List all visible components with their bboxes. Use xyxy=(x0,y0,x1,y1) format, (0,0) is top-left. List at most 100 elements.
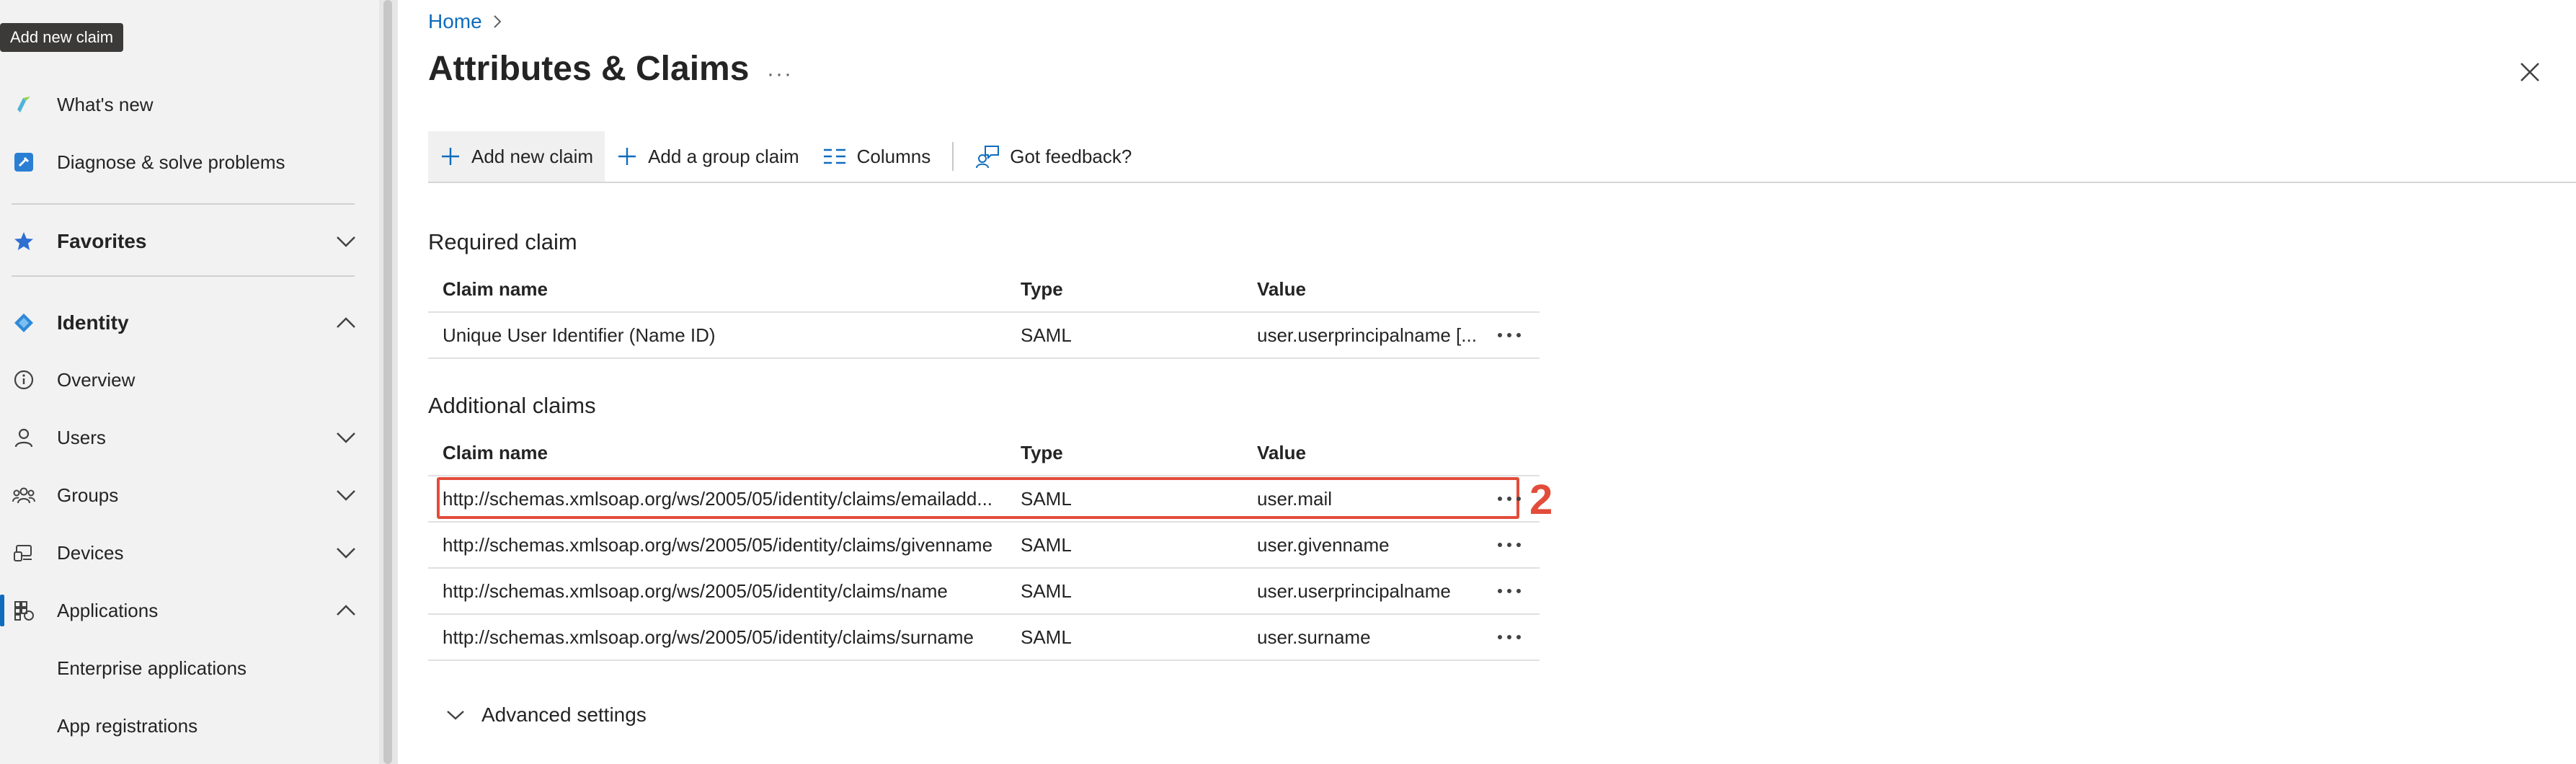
page-title: Attributes & Claims xyxy=(428,50,750,88)
nav-label: Enterprise applications xyxy=(57,657,247,679)
nav-groups[interactable]: Groups xyxy=(0,474,379,517)
whats-new-icon xyxy=(12,92,36,117)
row-more-options-icon[interactable] xyxy=(1493,569,1525,613)
user-icon xyxy=(12,425,36,450)
nav-label: Applications xyxy=(57,599,159,621)
toolbar-divider xyxy=(428,182,2576,183)
chevron-down-icon[interactable] xyxy=(333,425,359,450)
chevron-down-icon[interactable] xyxy=(333,228,359,254)
table-header-row: Claim name Type Value xyxy=(428,430,1540,476)
row-more-options-icon[interactable] xyxy=(1493,313,1525,357)
column-header-value[interactable]: Value xyxy=(1257,430,1480,475)
nav-label: Identity xyxy=(57,311,129,334)
devices-icon xyxy=(12,541,36,565)
claim-name-cell: http://schemas.xmlsoap.org/ws/2005/05/id… xyxy=(443,488,993,510)
sidebar-scrollbar[interactable] xyxy=(379,0,398,764)
nav-label: What's new xyxy=(57,93,154,115)
row-more-options-icon[interactable] xyxy=(1493,523,1525,567)
nav-whats-new[interactable]: What's new xyxy=(0,83,379,126)
chevron-up-icon[interactable] xyxy=(333,598,359,623)
nav-label: Groups xyxy=(57,484,119,506)
column-header-type[interactable]: Type xyxy=(1021,430,1237,475)
table-row[interactable]: http://schemas.xmlsoap.org/ws/2005/05/id… xyxy=(428,523,1540,569)
claim-type-cell: SAML xyxy=(1021,626,1072,648)
nav-label: Favorites xyxy=(57,230,147,252)
claim-name-cell: http://schemas.xmlsoap.org/ws/2005/05/id… xyxy=(443,626,974,648)
star-icon xyxy=(12,229,36,254)
additional-claims-table: Claim name Type Value http://schemas.xml… xyxy=(428,430,1540,661)
chevron-down-icon[interactable] xyxy=(333,540,359,566)
claim-name-cell: Unique User Identifier (Name ID) xyxy=(443,324,716,346)
nav-app-registrations[interactable]: App registrations xyxy=(0,704,379,747)
column-header-claim-name[interactable]: Claim name xyxy=(443,430,1012,475)
identity-diamond-icon xyxy=(12,311,36,335)
table-header-row: Claim name Type Value xyxy=(428,267,1540,313)
add-new-claim-button[interactable]: Add new claim xyxy=(428,131,605,182)
nav-label: Users xyxy=(57,426,106,448)
button-label: Columns xyxy=(856,145,931,167)
nav-label: App registrations xyxy=(57,714,198,737)
chevron-down-icon[interactable] xyxy=(333,482,359,508)
table-row[interactable]: Unique User Identifier (Name ID) SAML us… xyxy=(428,313,1540,359)
columns-icon xyxy=(823,148,845,164)
required-claim-table: Claim name Type Value Unique User Identi… xyxy=(428,267,1540,359)
claim-value-cell: user.userprincipalname [... xyxy=(1257,324,1477,346)
button-label: Add new claim xyxy=(471,145,594,167)
more-options-icon[interactable]: ··· xyxy=(767,62,793,86)
close-icon[interactable] xyxy=(2515,58,2544,86)
claim-name-cell: http://schemas.xmlsoap.org/ws/2005/05/id… xyxy=(443,534,993,556)
nav-label: Diagnose & solve problems xyxy=(57,151,285,173)
columns-button[interactable]: Columns xyxy=(811,131,943,182)
column-header-claim-name[interactable]: Claim name xyxy=(443,267,1012,311)
advanced-settings-toggle[interactable]: Advanced settings xyxy=(445,703,647,727)
claim-value-cell: user.userprincipalname xyxy=(1257,580,1451,602)
advanced-settings-label: Advanced settings xyxy=(481,703,647,726)
nav-devices[interactable]: Devices xyxy=(0,531,379,574)
claim-type-cell: SAML xyxy=(1021,580,1072,602)
required-claim-heading: Required claim xyxy=(428,229,577,254)
nav-identity[interactable]: Identity xyxy=(0,301,379,345)
plus-icon xyxy=(618,148,636,165)
claim-type-cell: SAML xyxy=(1021,324,1072,346)
groups-icon xyxy=(12,483,36,507)
main-content: Home Attributes & Claims ··· Add new cla… xyxy=(398,0,2576,764)
row-more-options-icon[interactable] xyxy=(1493,615,1525,659)
chevron-up-icon[interactable] xyxy=(333,310,359,336)
tooltip: Add new claim xyxy=(0,23,124,52)
row-more-options-icon[interactable] xyxy=(1493,476,1525,521)
step-number-annotation: 2 xyxy=(1529,476,1553,523)
breadcrumb: Home xyxy=(428,10,502,33)
nav-label: Overview xyxy=(57,368,136,391)
info-icon xyxy=(12,368,36,392)
table-row[interactable]: http://schemas.xmlsoap.org/ws/2005/05/id… xyxy=(428,476,1540,523)
divider xyxy=(12,203,355,205)
nav-label: Devices xyxy=(57,541,124,564)
claim-value-cell: user.surname xyxy=(1257,626,1371,648)
feedback-button[interactable]: Got feedback? xyxy=(964,131,1143,182)
column-header-value[interactable]: Value xyxy=(1257,267,1480,311)
diagnose-icon xyxy=(12,150,36,174)
nav-favorites[interactable]: Favorites xyxy=(0,220,379,263)
applications-icon xyxy=(12,598,36,623)
claim-type-cell: SAML xyxy=(1021,534,1072,556)
button-label: Add a group claim xyxy=(648,145,799,167)
chevron-right-icon xyxy=(493,15,502,28)
add-group-claim-button[interactable]: Add a group claim xyxy=(605,131,811,182)
column-header-type[interactable]: Type xyxy=(1021,267,1237,311)
breadcrumb-home-link[interactable]: Home xyxy=(428,10,482,33)
feedback-icon xyxy=(976,146,1000,169)
toolbar-separator xyxy=(952,142,954,171)
scrollbar-thumb[interactable] xyxy=(383,0,392,764)
nav-diagnose-solve[interactable]: Diagnose & solve problems xyxy=(0,141,379,184)
table-row[interactable]: http://schemas.xmlsoap.org/ws/2005/05/id… xyxy=(428,569,1540,615)
table-row[interactable]: http://schemas.xmlsoap.org/ws/2005/05/id… xyxy=(428,615,1540,661)
nav-enterprise-applications[interactable]: Enterprise applications xyxy=(0,647,379,690)
left-navigation: Add new claim What's new Diagnose & solv… xyxy=(0,0,379,764)
claim-value-cell: user.givenname xyxy=(1257,534,1390,556)
nav-overview[interactable]: Overview xyxy=(0,358,379,401)
nav-applications[interactable]: Applications xyxy=(0,589,379,632)
additional-claims-heading: Additional claims xyxy=(428,393,596,418)
button-label: Got feedback? xyxy=(1010,145,1132,167)
claim-name-cell: http://schemas.xmlsoap.org/ws/2005/05/id… xyxy=(443,580,948,602)
nav-users[interactable]: Users xyxy=(0,416,379,459)
